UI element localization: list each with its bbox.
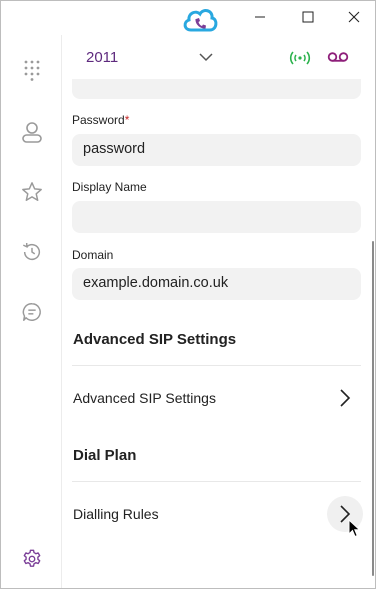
required-marker: * <box>124 113 130 127</box>
minimize-button[interactable] <box>237 5 283 29</box>
advanced-sip-heading: Advanced SIP Settings <box>73 331 237 348</box>
app-logo-icon <box>181 6 219 36</box>
title-bar <box>1 1 375 35</box>
voicemail-icon[interactable] <box>327 50 349 64</box>
domain-label: Domain <box>72 248 114 262</box>
chevron-down-icon[interactable] <box>198 51 214 63</box>
dial-plan-heading: Dial Plan <box>73 447 137 464</box>
account-selector[interactable]: 2011 <box>63 39 375 79</box>
display-name-label: Display Name <box>72 180 147 194</box>
domain-field[interactable]: example.domain.co.uk <box>72 268 361 300</box>
close-button[interactable] <box>331 5 376 29</box>
contact-icon[interactable] <box>19 119 45 145</box>
divider <box>72 365 361 366</box>
settings-icon[interactable] <box>19 546 45 572</box>
history-icon[interactable] <box>19 239 45 265</box>
mouse-cursor-icon <box>348 519 361 538</box>
display-name-field[interactable] <box>72 201 361 233</box>
scrollbar-thumb[interactable] <box>372 241 374 576</box>
password-label: Password* <box>72 113 130 127</box>
app-window: 2011 Password* password Display Name Dom… <box>0 0 376 589</box>
registration-status-icon <box>289 51 311 65</box>
previous-field-input[interactable] <box>72 79 361 99</box>
chevron-right-icon[interactable] <box>327 380 363 416</box>
dialpad-icon[interactable] <box>19 57 45 83</box>
password-field[interactable]: password <box>72 134 361 166</box>
account-name: 2011 <box>86 49 119 66</box>
star-icon[interactable] <box>19 179 45 205</box>
advanced-sip-settings-label: Advanced SIP Settings <box>73 390 216 406</box>
chat-icon[interactable] <box>19 299 45 325</box>
sidebar <box>1 35 62 588</box>
settings-content: Password* password Display Name Domain e… <box>63 79 373 588</box>
dialling-rules-label: Dialling Rules <box>73 506 159 522</box>
advanced-sip-settings-row[interactable]: Advanced SIP Settings <box>63 380 368 416</box>
maximize-button[interactable] <box>285 5 331 29</box>
divider <box>72 481 361 482</box>
dialling-rules-row[interactable]: Dialling Rules <box>63 496 368 532</box>
